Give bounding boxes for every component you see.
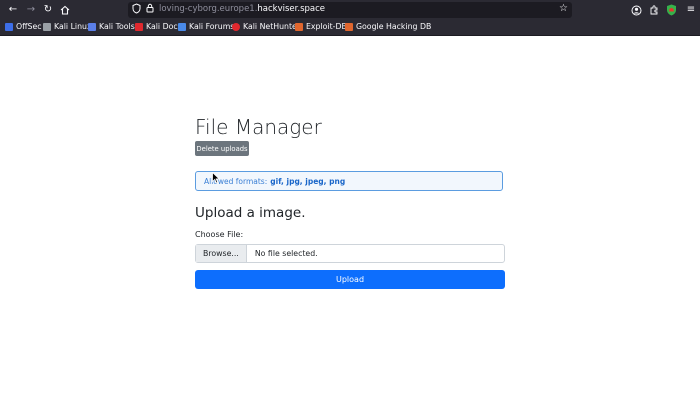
url-text[interactable]: loving-cyborg.europe1.hackviser.space [159, 4, 325, 14]
file-input[interactable]: Browse... No file selected. [195, 244, 505, 263]
choose-file-label: Choose File: [195, 230, 244, 239]
bookmark-kali-docs[interactable]: Kali Docs [135, 22, 182, 31]
kali-docs-icon [135, 22, 143, 31]
extension-shield-icon[interactable] [664, 3, 678, 17]
ghdb-icon [345, 22, 353, 31]
account-icon[interactable] [629, 3, 643, 17]
bookmark-exploit-db[interactable]: Exploit-DB [295, 22, 347, 31]
kali-forums-icon [178, 22, 186, 31]
alert-formats: gif, jpg, jpeg, png [270, 176, 346, 186]
kali-tools-icon [88, 22, 96, 31]
exploit-db-icon [295, 22, 303, 31]
bookmark-label: Kali NetHunter [243, 22, 301, 31]
forward-arrow-icon[interactable]: → [24, 3, 38, 17]
allowed-formats-alert: Allowed formats: gif, jpg, jpeg, png [195, 171, 503, 191]
bookmark-offsec[interactable]: OffSec [5, 22, 42, 31]
bookmark-google-hacking-db[interactable]: Google Hacking DB [345, 22, 431, 31]
upload-heading: Upload a image. [195, 205, 306, 221]
bookmark-label: Kali Tools [99, 22, 135, 31]
browser-toolbar: ← → ↻ loving-cyborg.europe1.hackviser.sp… [0, 0, 700, 20]
bookmark-label: Kali Docs [146, 22, 182, 31]
nethunter-icon [232, 22, 240, 31]
bookmark-kali-tools[interactable]: Kali Tools [88, 22, 135, 31]
shield-icon[interactable] [132, 3, 141, 17]
back-arrow-icon[interactable]: ← [6, 3, 20, 17]
bookmark-label: OffSec [16, 22, 42, 31]
bookmark-star-icon[interactable]: ☆ [559, 3, 568, 14]
bookmark-kali-forums[interactable]: Kali Forums [178, 22, 234, 31]
kali-dragon-icon [43, 22, 51, 31]
mouse-cursor-icon [212, 169, 221, 188]
address-bar[interactable]: loving-cyborg.europe1.hackviser.space ☆ [128, 2, 572, 18]
menu-icon[interactable]: ≡ [684, 3, 698, 17]
bookmark-label: Exploit-DB [306, 22, 347, 31]
browse-button[interactable]: Browse... [196, 245, 247, 262]
bookmark-kali-linux[interactable]: Kali Linux [43, 22, 92, 31]
reload-icon[interactable]: ↻ [41, 3, 55, 17]
lock-icon[interactable] [146, 3, 154, 16]
file-status-text: No file selected. [254, 249, 318, 258]
offsec-icon [5, 22, 13, 31]
bookmark-label: Kali Linux [54, 22, 92, 31]
extensions-icon[interactable] [647, 3, 661, 17]
url-subdomain: loving-cyborg.europe1. [159, 4, 258, 14]
bookmark-label: Kali Forums [189, 22, 235, 31]
page-title: File Manager [195, 115, 322, 139]
delete-uploads-button[interactable]: Delete uploads [195, 141, 249, 156]
bookmark-kali-nethunter[interactable]: Kali NetHunter [232, 22, 300, 31]
url-host: hackviser.space [257, 4, 325, 14]
home-icon[interactable] [58, 3, 72, 17]
upload-button[interactable]: Upload [195, 270, 505, 289]
bookmark-label: Google Hacking DB [356, 22, 432, 31]
